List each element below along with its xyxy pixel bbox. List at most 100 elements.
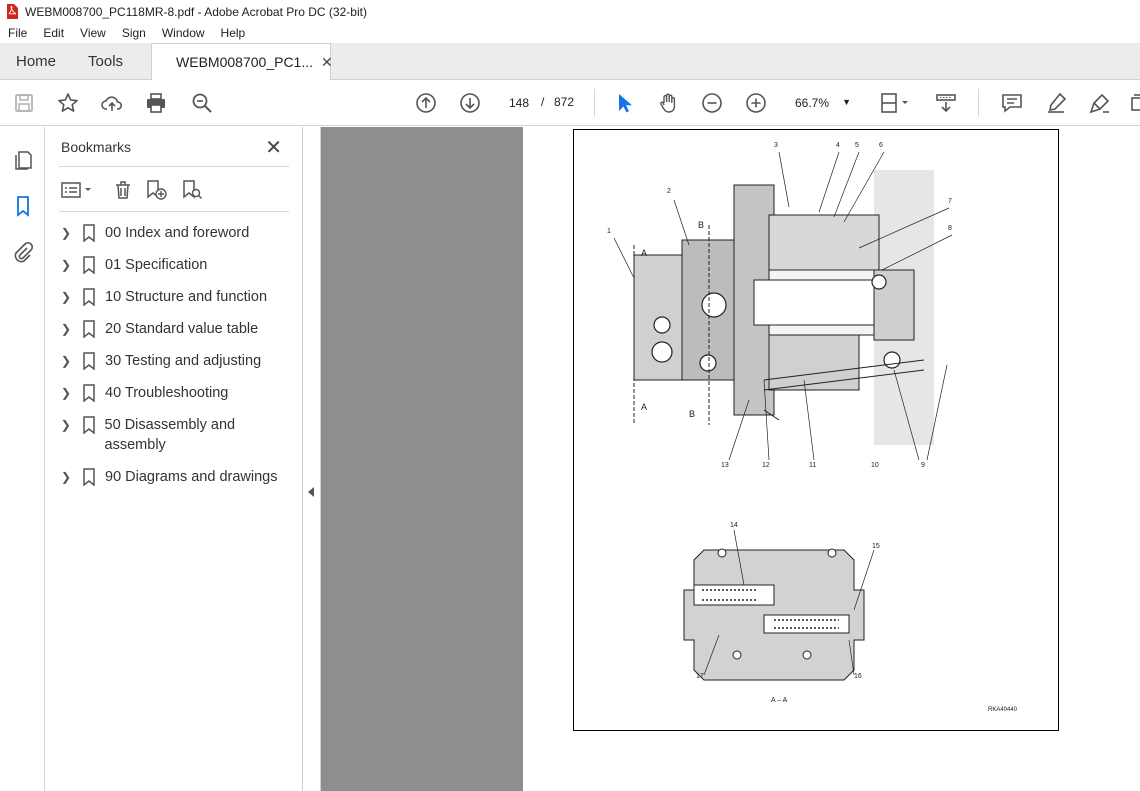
bookmark-icon (83, 224, 95, 242)
bookmark-item[interactable]: ❯ 90 Diagrams and drawings (59, 467, 294, 487)
tab-tools-label: Tools (88, 52, 124, 70)
bookmark-label: 01 Specification (105, 257, 208, 273)
draw-sign-icon[interactable] (1088, 91, 1112, 115)
zoom-out-icon[interactable] (700, 91, 724, 115)
title-bar: WEBM008700_PC118MR-8.pdf - Adobe Acrobat… (0, 0, 1140, 23)
section-caption: A – A (771, 697, 788, 704)
collapse-arrow-icon[interactable] (308, 487, 314, 497)
close-panel-icon[interactable]: ✕ (265, 135, 282, 160)
panel-splitter[interactable] (303, 127, 321, 791)
bookmark-icon (82, 416, 95, 434)
callout: 7 (948, 198, 952, 205)
figure-id: RKA40440 (988, 707, 1018, 713)
chevron-right-icon[interactable]: ❯ (59, 319, 73, 339)
highlight-pen-icon[interactable] (1044, 91, 1068, 115)
previous-page-icon[interactable] (414, 91, 438, 115)
attachments-icon[interactable] (11, 240, 35, 264)
page-number-input[interactable]: 148 (500, 90, 538, 115)
star-icon[interactable] (56, 91, 80, 115)
callout: 8 (948, 225, 952, 232)
find-bookmark-icon[interactable] (181, 179, 203, 201)
bookmark-item[interactable]: ❯ 50 Disassembly and assembly (59, 415, 294, 455)
chevron-right-icon[interactable]: ❯ (59, 351, 73, 371)
zoom-in-icon[interactable] (744, 91, 768, 115)
zoom-search-icon[interactable] (190, 91, 214, 115)
tab-bar: Home Tools WEBM008700_PC1... ✕ (0, 43, 1140, 80)
figure-frame: 1 2 3 4 5 6 7 8 9 10 11 12 13 14 15 16 1… (573, 129, 1059, 731)
page-separator: / (541, 95, 545, 109)
menu-edit[interactable]: Edit (35, 26, 72, 40)
callout: 1 (607, 228, 611, 235)
page-thumbnails-icon[interactable] (11, 147, 35, 171)
tab-document[interactable]: WEBM008700_PC1... ✕ (151, 43, 333, 80)
panel-divider (59, 211, 289, 212)
zoom-level-select[interactable]: 66.7% ▼ (787, 90, 857, 115)
bookmark-list: ❯ 00 Index and foreword ❯ 01 Specificati… (59, 223, 294, 499)
hand-tool-icon[interactable] (656, 91, 680, 115)
menu-view[interactable]: View (72, 26, 114, 40)
next-page-icon[interactable] (458, 91, 482, 115)
select-cursor-icon[interactable] (612, 91, 636, 115)
zoom-level-value: 66.7% (795, 95, 830, 110)
bookmark-label: 30 Testing and adjusting (105, 353, 262, 369)
callout: 17 (696, 673, 704, 680)
print-icon[interactable] (144, 91, 168, 115)
bookmark-options-icon[interactable] (61, 179, 95, 201)
bookmark-item[interactable]: ❯ 40 Troubleshooting (59, 383, 294, 403)
bookmark-item[interactable]: ❯ 30 Testing and adjusting (59, 351, 294, 371)
save-icon[interactable] (12, 91, 36, 115)
menu-sign[interactable]: Sign (114, 26, 154, 40)
left-navigation-rail (0, 127, 45, 791)
bookmark-icon (83, 320, 95, 338)
chevron-right-icon[interactable]: ❯ (59, 223, 73, 243)
cloud-upload-icon[interactable] (100, 91, 124, 115)
bookmarks-title: Bookmarks (61, 139, 132, 155)
chevron-down-icon: ▼ (842, 97, 851, 107)
close-tab-icon[interactable]: ✕ (321, 54, 333, 71)
more-tools-icon[interactable] (1128, 91, 1140, 115)
bookmark-icon (83, 256, 95, 274)
bookmark-icon (83, 384, 95, 402)
delete-bookmark-icon[interactable] (112, 179, 134, 201)
bookmark-icon (83, 352, 95, 370)
bookmark-label: 00 Index and foreword (105, 225, 250, 241)
section-mark: A (641, 248, 648, 258)
chevron-right-icon[interactable]: ❯ (59, 415, 73, 435)
page-fit-icon[interactable] (878, 91, 912, 115)
toolbar-divider (594, 89, 595, 117)
menu-help[interactable]: Help (213, 26, 254, 40)
bookmark-item[interactable]: ❯ 10 Structure and function (59, 287, 294, 307)
tab-tools[interactable]: Tools (72, 43, 139, 79)
bookmarks-panel: Bookmarks ✕ ❯ 00 Index and foreword ❯ 01… (45, 127, 303, 791)
chevron-right-icon[interactable]: ❯ (59, 287, 73, 307)
new-bookmark-icon[interactable] (145, 179, 167, 201)
comment-icon[interactable] (1000, 91, 1024, 115)
scrolling-mode-icon[interactable] (934, 91, 958, 115)
menu-window[interactable]: Window (154, 26, 213, 40)
bookmark-label: 10 Structure and function (105, 289, 268, 305)
tab-home-label: Home (16, 52, 57, 70)
pdf-page: 1 2 3 4 5 6 7 8 9 10 11 12 13 14 15 16 1… (523, 127, 1140, 791)
chevron-right-icon[interactable]: ❯ (59, 383, 73, 403)
callout: 16 (854, 673, 862, 680)
chevron-right-icon[interactable]: ❯ (59, 467, 73, 487)
bookmark-item[interactable]: ❯ 01 Specification (59, 255, 294, 275)
bookmark-label: 20 Standard value table (105, 321, 259, 337)
callout: 13 (721, 462, 729, 469)
bookmark-label: 90 Diagrams and drawings (105, 469, 278, 485)
document-viewport[interactable]: 1 2 3 4 5 6 7 8 9 10 11 12 13 14 15 16 1… (321, 127, 1140, 791)
tab-home[interactable]: Home (0, 43, 72, 79)
bookmark-item[interactable]: ❯ 00 Index and foreword (59, 223, 294, 243)
bookmark-panel-icon[interactable] (11, 194, 35, 218)
callout: 6 (879, 142, 883, 149)
bookmark-item[interactable]: ❯ 20 Standard value table (59, 319, 294, 339)
chevron-right-icon[interactable]: ❯ (59, 255, 73, 275)
callout: 10 (871, 462, 879, 469)
bookmark-icon (83, 288, 95, 306)
callout: 12 (762, 462, 770, 469)
panel-divider (59, 166, 289, 167)
callout: 14 (730, 522, 738, 529)
callout: 15 (872, 543, 880, 550)
menu-file[interactable]: File (0, 26, 35, 40)
toolbar-divider (978, 89, 979, 117)
